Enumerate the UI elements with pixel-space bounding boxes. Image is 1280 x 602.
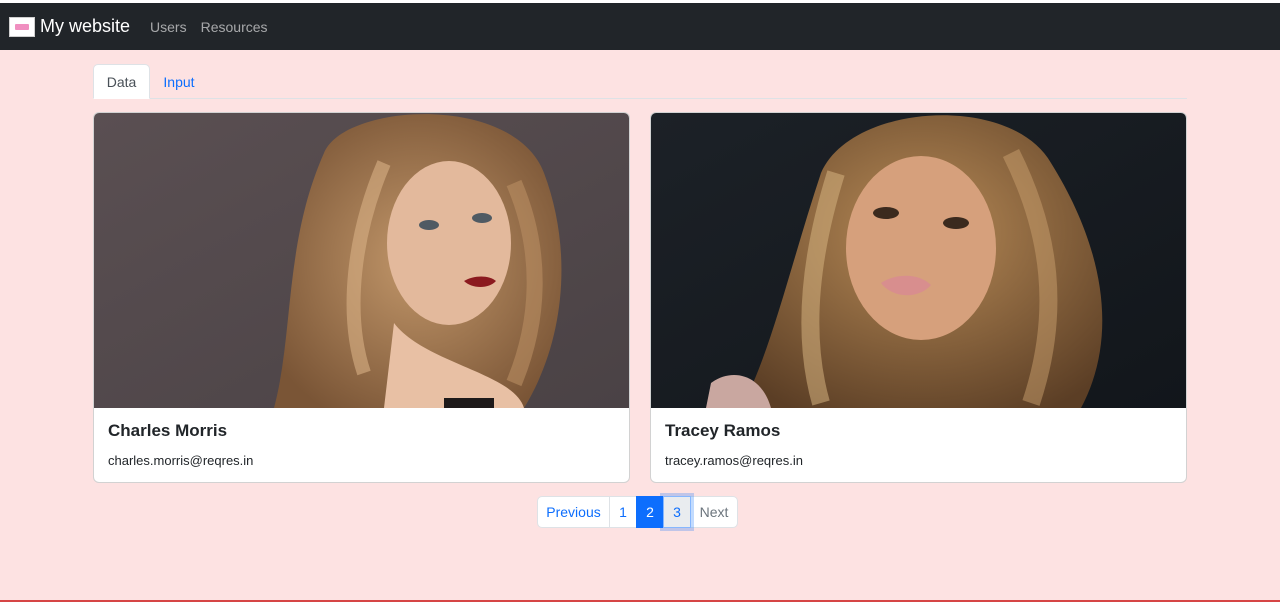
brand-logo-icon[interactable] [9,16,35,37]
page-1-button[interactable]: 1 [609,496,637,528]
nav-link-resources[interactable]: Resources [201,19,268,35]
user-name: Tracey Ramos [665,421,781,440]
page-2-button[interactable]: 2 [636,496,664,528]
page-3-button[interactable]: 3 [663,496,691,528]
user-card: Charles Morris charles.morris@reqres.in [93,112,630,483]
user-photo [94,113,629,408]
next-page-button[interactable]: Next [690,496,738,528]
navbar: My website Users Resources [0,3,1280,50]
previous-page-button[interactable]: Previous [537,496,610,528]
pagination: Previous 1 2 3 Next [537,496,738,528]
user-name: Charles Morris [108,421,228,440]
brand-title[interactable]: My website [40,16,130,37]
tab-bar: Data Input [93,64,1187,99]
nav-link-users[interactable]: Users [150,19,187,35]
user-email: charles.morris@reqres.in [108,453,254,468]
tab-input[interactable]: Input [163,64,195,99]
user-photo [651,113,1186,408]
user-card: Tracey Ramos tracey.ramos@reqres.in [650,112,1187,483]
user-email: tracey.ramos@reqres.in [665,453,803,468]
tab-data[interactable]: Data [93,64,150,99]
